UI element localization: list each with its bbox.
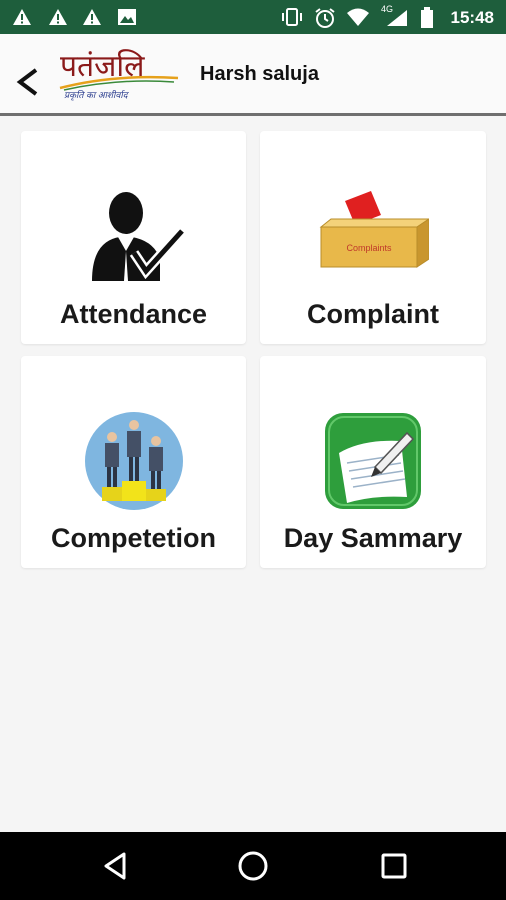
complaints-box-text: Complaints — [346, 243, 392, 253]
warning-icon — [49, 9, 67, 25]
app-header: पतंजलि प्रकृति का आशीर्वाद Harsh saluja — [0, 34, 506, 116]
signal-icon — [387, 10, 407, 26]
status-time: 15:48 — [450, 8, 494, 27]
navigation-bar — [0, 832, 506, 900]
home-circle-icon[interactable] — [237, 850, 269, 882]
back-triangle-icon[interactable] — [100, 850, 132, 882]
day-summary-label: Day Sammary — [283, 523, 463, 553]
alarm-icon — [315, 8, 335, 28]
complaint-label: Complaint — [307, 299, 439, 329]
complaint-tile[interactable]: Complaints Complaint — [260, 131, 486, 344]
complaint-box-icon: Complaints — [319, 191, 429, 268]
user-name: Harsh saluja — [200, 63, 319, 85]
warning-icon — [13, 9, 31, 25]
recents-square-icon[interactable] — [378, 850, 410, 882]
day-summary-tile[interactable]: Day Sammary — [260, 356, 486, 568]
status-bar: 4G 15:48 — [0, 0, 506, 34]
vibrate-icon — [282, 8, 302, 26]
attendance-label: Attendance — [59, 299, 208, 329]
competition-podium-icon — [84, 412, 183, 510]
warning-icon — [83, 9, 101, 25]
notepad-icon — [325, 413, 421, 509]
competition-label: Competetion — [51, 523, 216, 553]
image-icon — [118, 9, 136, 25]
logo-tagline: प्रकृति का आशीर्वाद — [64, 90, 128, 100]
battery-icon — [421, 7, 433, 28]
wifi-icon — [347, 8, 369, 26]
competition-tile[interactable]: Competetion — [21, 356, 246, 568]
patanjali-logo: पतंजलि प्रकृति का आशीर्वाद — [54, 46, 184, 108]
attendance-icon — [91, 192, 184, 281]
attendance-tile[interactable]: Attendance — [21, 131, 246, 344]
back-arrow-icon[interactable] — [10, 64, 46, 100]
